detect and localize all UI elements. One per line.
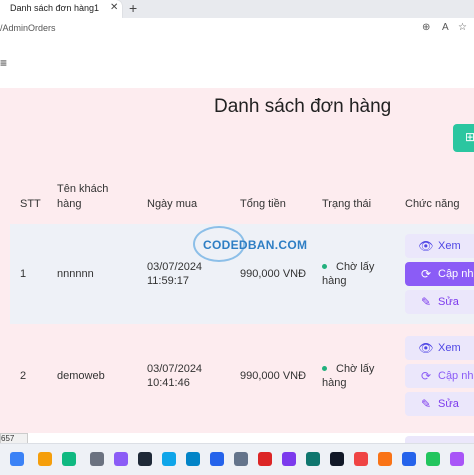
edit-icon: ✎ bbox=[420, 295, 432, 309]
update-button[interactable]: ⟳ Cập nhật bbox=[405, 364, 474, 388]
app-icon[interactable] bbox=[306, 452, 320, 466]
row-time: 11:59:17 bbox=[147, 275, 190, 287]
app-icon[interactable] bbox=[234, 452, 248, 466]
header-status: Trạng thái bbox=[322, 198, 372, 210]
app-icon[interactable] bbox=[62, 452, 76, 466]
app-icon[interactable] bbox=[330, 452, 344, 466]
header-date: Ngày mua bbox=[147, 198, 198, 210]
app-icon[interactable] bbox=[354, 452, 368, 466]
edge-icon[interactable] bbox=[186, 452, 200, 466]
app-header bbox=[0, 38, 474, 88]
header-total: Tổng tiền bbox=[240, 198, 286, 210]
address-bar bbox=[0, 18, 474, 39]
app-icon[interactable] bbox=[138, 452, 152, 466]
edit-label: Sửa bbox=[438, 398, 459, 410]
header-stt: STT bbox=[20, 198, 41, 210]
header-customer: Tên khách hàng bbox=[57, 183, 109, 210]
start-icon[interactable] bbox=[10, 452, 24, 466]
app-icon[interactable] bbox=[426, 452, 440, 466]
refresh-icon: ⟳ bbox=[420, 267, 432, 281]
app-icon[interactable] bbox=[282, 452, 296, 466]
row-date: 03/07/2024 bbox=[147, 261, 203, 273]
edit-label: Sửa bbox=[438, 296, 459, 308]
close-tab-icon[interactable]: ✕ bbox=[110, 2, 118, 13]
app-icon[interactable] bbox=[114, 452, 128, 466]
new-tab-button[interactable]: + bbox=[129, 0, 137, 16]
header-actions: Chức năng bbox=[405, 198, 460, 210]
edit-button[interactable]: ✎ Sửa bbox=[405, 290, 474, 314]
row-stt: 1 bbox=[20, 268, 27, 280]
row-stt: 2 bbox=[20, 370, 27, 382]
app-icon[interactable] bbox=[378, 452, 392, 466]
url-text[interactable]: /AdminOrders bbox=[0, 23, 56, 33]
eye-icon: 👁 bbox=[418, 239, 434, 253]
refresh-icon: ⟳ bbox=[420, 369, 432, 383]
app-icon[interactable] bbox=[162, 452, 176, 466]
view-label: Xem bbox=[438, 240, 461, 252]
update-label: Cập nhật bbox=[438, 268, 474, 280]
zoom-icon[interactable]: ⊕ bbox=[422, 22, 430, 33]
view-label: Xem bbox=[438, 342, 461, 354]
row-time: 10:41:46 bbox=[147, 377, 190, 389]
view-button[interactable]: 👁 Xem bbox=[405, 234, 474, 258]
update-button[interactable]: ⟳ Cập nhật bbox=[405, 262, 474, 286]
hamburger-menu-icon[interactable]: ≡ bbox=[0, 56, 7, 70]
update-label: Cập nhật bbox=[438, 370, 474, 382]
row-customer: demoweb bbox=[57, 370, 105, 382]
watermark-text: CODEDBAN.COM bbox=[203, 238, 308, 252]
favorite-star-icon[interactable]: ☆ bbox=[458, 22, 467, 33]
app-icon[interactable] bbox=[38, 452, 52, 466]
edit-button[interactable]: ✎ Sửa bbox=[405, 392, 474, 416]
row-status: Chờ lấy hàng bbox=[322, 363, 375, 389]
vscode-icon[interactable] bbox=[402, 452, 416, 466]
eye-icon: 👁 bbox=[418, 341, 434, 355]
page-title: Danh sách đơn hàng bbox=[214, 96, 392, 117]
app-icon[interactable] bbox=[210, 452, 224, 466]
edit-icon: ✎ bbox=[420, 397, 432, 411]
app-icon[interactable] bbox=[258, 452, 272, 466]
row-status: Chờ lấy hàng bbox=[322, 261, 375, 287]
export-icon: ⊞ bbox=[465, 130, 474, 144]
browser-tab-title: Danh sách đơn hàng1 bbox=[10, 3, 99, 13]
row-date: 03/07/2024 bbox=[147, 363, 203, 375]
row-total: 990,000 VNĐ bbox=[240, 370, 307, 382]
app-icon[interactable] bbox=[450, 452, 464, 466]
read-aloud-icon[interactable]: A bbox=[442, 22, 449, 33]
app-icon[interactable] bbox=[90, 452, 104, 466]
view-button[interactable]: 👁 Xem bbox=[405, 336, 474, 360]
row-customer: nnnnnn bbox=[57, 268, 94, 280]
row-total: 990,000 VNĐ bbox=[240, 268, 307, 280]
